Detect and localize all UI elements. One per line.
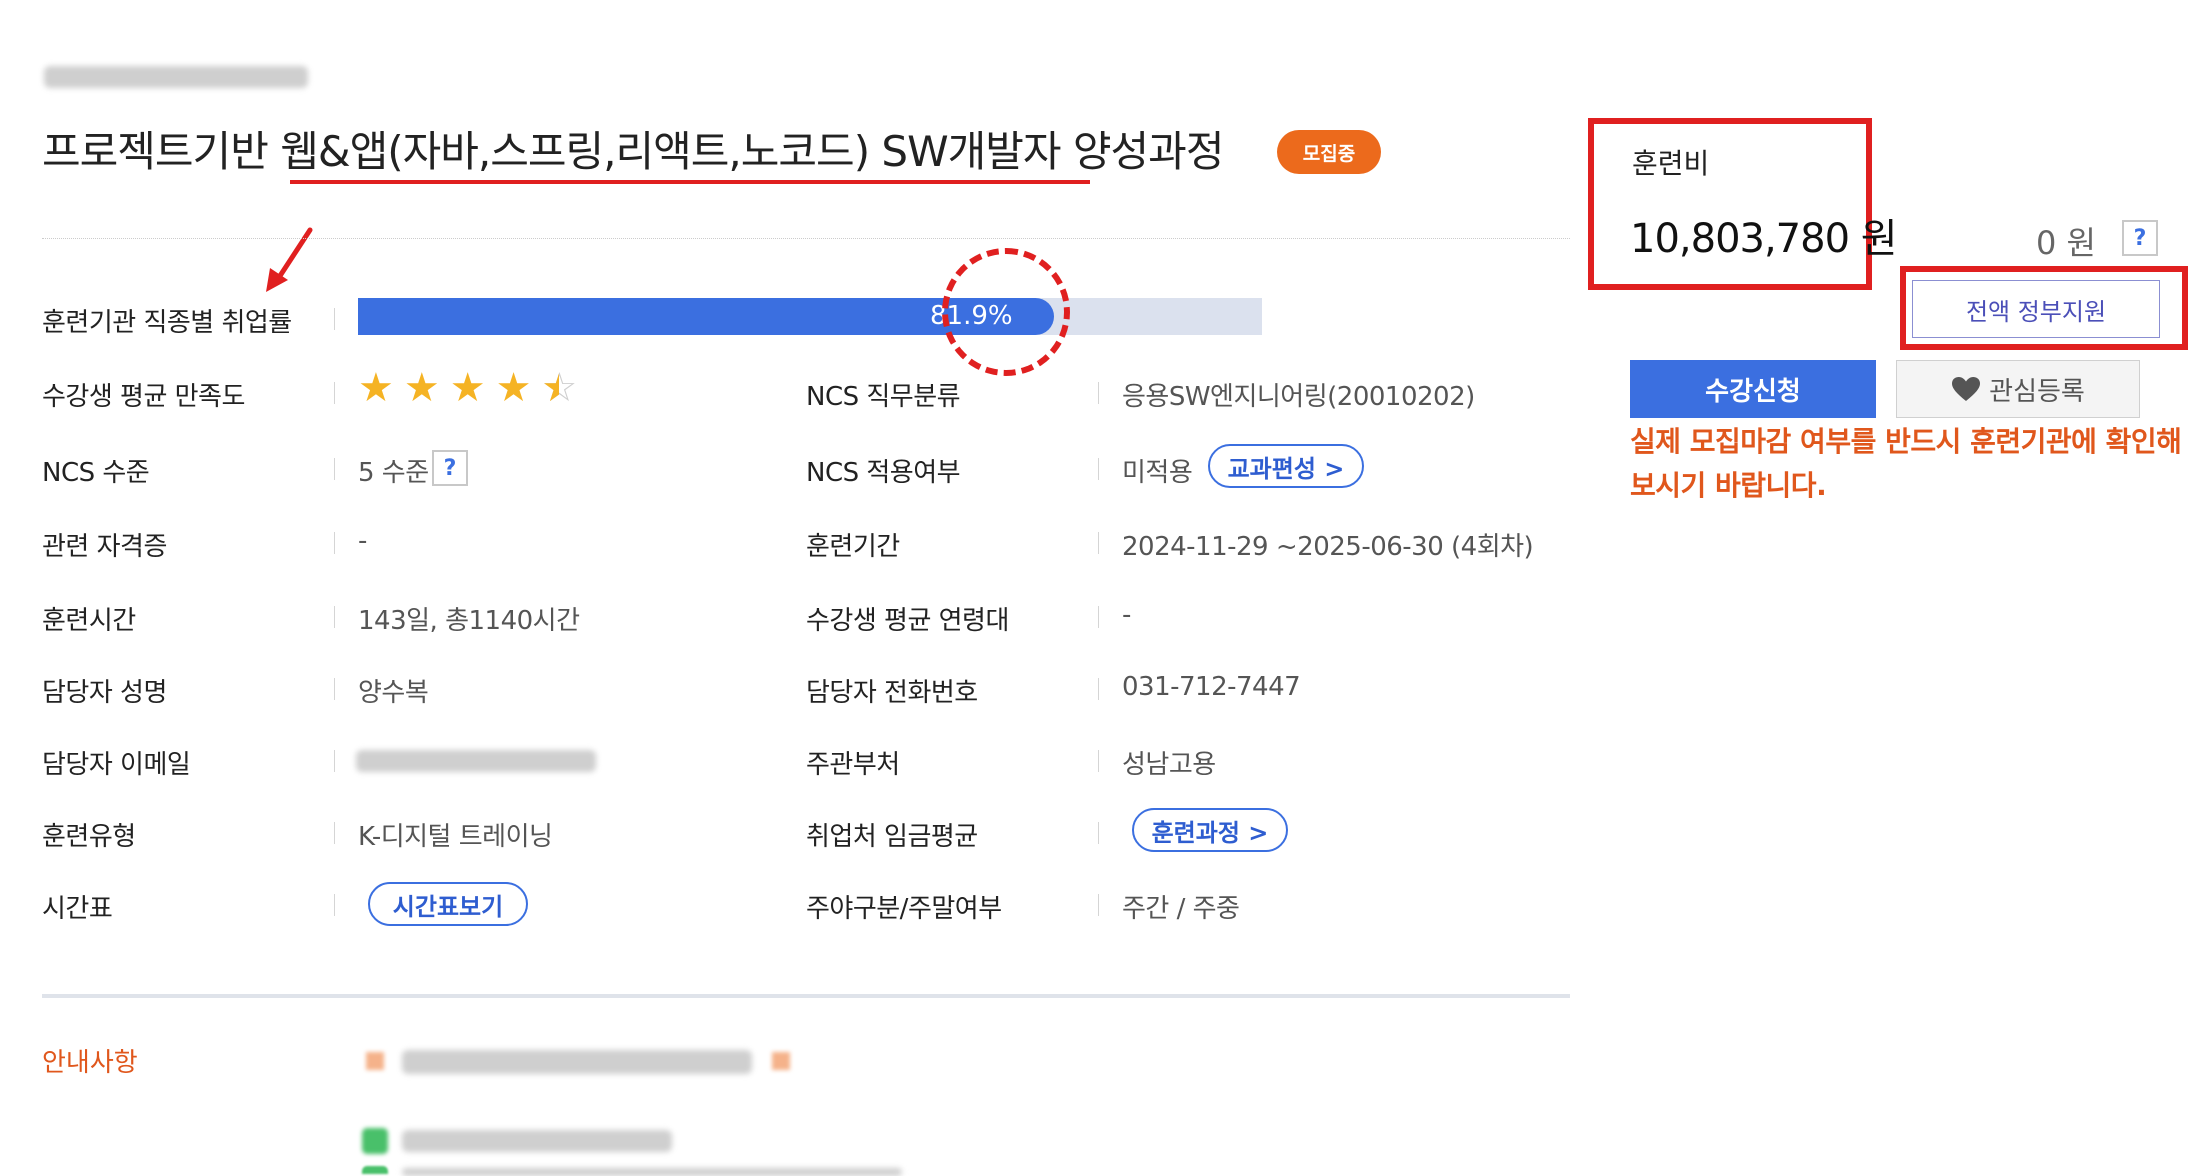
- certificate-value: -: [358, 526, 367, 556]
- row-divider: [334, 822, 335, 844]
- annotation-price-box: [1588, 118, 1872, 290]
- notice-bullet-icon: [362, 1128, 388, 1154]
- day-night-value: 주간 / 주중: [1122, 894, 1240, 924]
- curriculum-button[interactable]: 교과편성 >: [1208, 444, 1364, 488]
- row-divider: [1098, 822, 1099, 844]
- satisfaction-stars: ★★★★☆★: [358, 368, 577, 408]
- notice-text-blurred: [402, 1050, 752, 1074]
- title-separator: [42, 238, 1570, 239]
- notice-bullet-icon: [362, 1166, 388, 1174]
- notice-text-blurred: [402, 1130, 672, 1152]
- row-divider: [334, 382, 335, 404]
- ncs-job-value: 응용SW엔지니어링(20010202): [1122, 382, 1475, 412]
- row-divider: [1098, 606, 1099, 628]
- row-divider: [334, 308, 335, 330]
- manager-name-label: 담당자 성명: [42, 678, 167, 708]
- training-period-label: 훈련기간: [806, 532, 900, 562]
- favorite-button[interactable]: 관심등록: [1896, 360, 2140, 418]
- row-divider: [1098, 750, 1099, 772]
- row-divider: [1098, 894, 1099, 916]
- row-divider: [334, 606, 335, 628]
- star-half-icon: ★: [541, 368, 559, 408]
- training-fee-value: 10,803,780 원: [1630, 216, 1898, 262]
- row-divider: [1098, 678, 1099, 700]
- apply-button[interactable]: 수강신청: [1630, 360, 1876, 418]
- manager-phone-label: 담당자 전화번호: [806, 678, 978, 708]
- manager-phone-value: 031-712-7447: [1122, 672, 1301, 702]
- annotation-arrow-icon: [266, 227, 313, 292]
- satisfaction-label: 수강생 평균 만족도: [42, 382, 245, 412]
- ministry-value: 성남고용: [1122, 750, 1216, 780]
- course-title: 프로젝트기반 웹&앱(자바,스프링,리액트,노코드) SW개발자 양성과정: [42, 127, 1224, 176]
- training-hours-label: 훈련시간: [42, 606, 136, 636]
- employment-rate-label: 훈련기관 직종별 취업률: [42, 308, 292, 338]
- star-icon: ★: [495, 365, 532, 411]
- training-hours-value: 143일, 총1140시간: [358, 606, 580, 636]
- row-divider: [334, 894, 335, 916]
- row-divider: [1098, 382, 1099, 404]
- manager-email-label: 담당자 이메일: [42, 750, 191, 780]
- star-icon: ★: [449, 365, 486, 411]
- wage-avg-label: 취업처 임금평균: [806, 822, 978, 852]
- star-icon: ★: [358, 365, 394, 411]
- ncs-applied-value: 미적용: [1122, 458, 1193, 488]
- star-icon: ☆★: [541, 365, 578, 411]
- heart-icon: [1952, 377, 1981, 401]
- timetable-label: 시간표: [42, 894, 113, 924]
- notice-bullet-icon: [366, 1052, 384, 1070]
- training-period-value: 2024-11-29 ~2025-06-30 (4회차): [1122, 532, 1534, 562]
- ministry-label: 주관부처: [806, 750, 900, 780]
- row-divider: [1098, 458, 1099, 480]
- manager-email-blurred: [356, 750, 596, 772]
- row-divider: [334, 532, 335, 554]
- breadcrumb-blurred: [44, 66, 308, 88]
- day-night-label: 주야구분/주말여부: [806, 894, 1002, 924]
- avg-age-label: 수강생 평균 연령대: [806, 606, 1009, 636]
- ncs-level-help-button[interactable]: ?: [432, 450, 468, 486]
- ncs-level-label: NCS 수준: [42, 458, 150, 488]
- row-divider: [334, 678, 335, 700]
- star-icon: ★: [403, 365, 440, 411]
- self-pay-value: 0 원: [2036, 224, 2096, 262]
- row-divider: [334, 458, 335, 480]
- row-divider: [334, 750, 335, 772]
- ncs-applied-label: NCS 적용여부: [806, 458, 961, 488]
- notice-text-blurred: [402, 1168, 902, 1176]
- training-type-label: 훈련유형: [42, 822, 136, 852]
- self-pay-help-button[interactable]: ?: [2122, 220, 2158, 256]
- notice-bullet-icon: [772, 1052, 790, 1070]
- notice-label: 안내사항: [42, 1048, 138, 1078]
- avg-age-value: -: [1122, 600, 1131, 630]
- recruit-warning: 실제 모집마감 여부를 반드시 훈련기관에 확인해보시기 바랍니다.: [1630, 425, 2182, 502]
- certificate-label: 관련 자격증: [42, 532, 167, 562]
- gov-support-button[interactable]: 전액 정부지원: [1912, 280, 2160, 338]
- section-separator: [42, 994, 1570, 998]
- favorite-label: 관심등록: [1989, 376, 2085, 407]
- manager-name-value: 양수복: [358, 678, 429, 708]
- annotation-circle: [942, 248, 1070, 376]
- ncs-level-value: 5 수준: [358, 458, 429, 488]
- training-course-button[interactable]: 훈련과정 >: [1132, 808, 1288, 852]
- status-badge: 모집중: [1277, 130, 1381, 174]
- training-type-value: K-디지털 트레이닝: [358, 822, 553, 852]
- row-divider: [1098, 532, 1099, 554]
- ncs-job-label: NCS 직무분류: [806, 382, 961, 412]
- training-fee-label: 훈련비: [1632, 147, 1710, 180]
- timetable-button[interactable]: 시간표보기: [368, 882, 528, 926]
- annotation-underline: [290, 180, 1090, 184]
